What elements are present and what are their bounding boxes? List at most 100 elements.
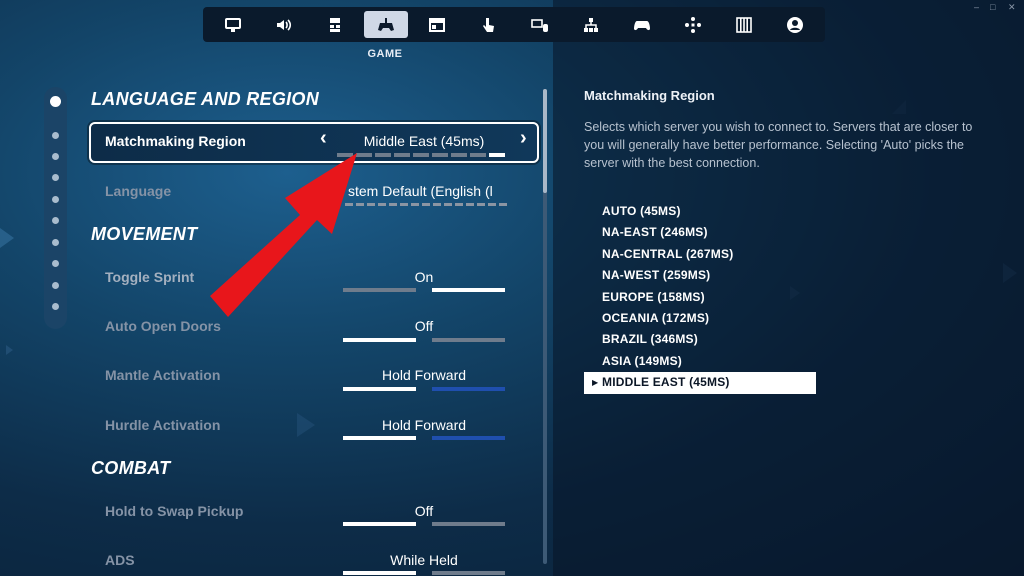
tab-account[interactable] xyxy=(773,11,817,38)
active-tab-title: GAME xyxy=(367,48,403,60)
tab-keyboard-mouse[interactable] xyxy=(518,11,562,38)
close-button[interactable]: ✕ xyxy=(1008,2,1016,13)
rail-dot[interactable] xyxy=(52,239,59,246)
detail-title: Matchmaking Region xyxy=(584,88,715,103)
region-option[interactable]: NA-WEST (259MS) xyxy=(584,265,816,286)
hold-to-swap-pickup-indicator xyxy=(343,522,505,526)
region-option-label: NA-CENTRAL (267MS) xyxy=(602,246,734,261)
rail-dot[interactable] xyxy=(52,153,59,160)
bg-triangle xyxy=(6,345,13,355)
rail-dot[interactable] xyxy=(52,174,59,181)
equalizer-icon xyxy=(736,16,752,33)
ads-label: ADS xyxy=(105,552,135,568)
tab-sensitivity[interactable] xyxy=(722,11,766,38)
window-icon xyxy=(429,17,446,32)
touch-icon xyxy=(483,17,495,32)
network-icon xyxy=(583,17,598,32)
region-option-selected[interactable]: ▶ MIDDLE EAST (45MS) xyxy=(584,372,816,394)
option-segment xyxy=(375,153,391,157)
next-option-button[interactable]: › xyxy=(520,127,527,150)
toggle-sprint-label: Toggle Sprint xyxy=(105,269,195,285)
region-option[interactable]: ASIA (149MS) xyxy=(584,351,816,372)
detail-description: Selects which server you wish to connect… xyxy=(584,120,973,170)
hurdle-activation-indicator xyxy=(343,436,505,440)
rail-dot[interactable] xyxy=(50,96,61,107)
language-option-indicator xyxy=(345,203,507,206)
region-option-label: ASIA (149MS) xyxy=(602,353,682,368)
settings-category-nav xyxy=(203,7,825,42)
region-option[interactable]: AUTO (45MS) xyxy=(584,201,816,222)
option-segment-selected xyxy=(489,153,505,157)
tab-interface[interactable] xyxy=(415,11,459,38)
auto-open-doors-indicator xyxy=(343,338,505,342)
hold-to-swap-pickup-value[interactable]: Off xyxy=(343,503,505,519)
option-segment xyxy=(356,153,372,157)
dpad-icon xyxy=(684,16,701,33)
toggle-sprint-value[interactable]: On xyxy=(343,269,505,285)
option-segment xyxy=(394,153,410,157)
rail-dot[interactable] xyxy=(52,303,59,310)
mantle-activation-value[interactable]: Hold Forward xyxy=(343,367,505,383)
rail-dot[interactable] xyxy=(52,196,59,203)
region-option[interactable]: OCEANIA (172MS) xyxy=(584,308,816,329)
previous-option-button[interactable]: ‹ xyxy=(320,127,327,150)
rail-dot[interactable] xyxy=(52,132,59,139)
matchmaking-region-option-indicator xyxy=(337,153,505,157)
bg-triangle xyxy=(297,413,315,437)
section-title-combat: COMBAT xyxy=(91,458,171,478)
section-title-movement: MOVEMENT xyxy=(91,224,198,244)
region-option[interactable]: NA-EAST (246MS) xyxy=(584,222,816,243)
toggle-sprint-indicator xyxy=(343,288,505,292)
tab-audio[interactable] xyxy=(262,11,306,38)
tab-accessibility[interactable] xyxy=(313,11,357,38)
tab-touch[interactable] xyxy=(466,11,510,38)
language-label: Language xyxy=(105,183,172,199)
rail-dot[interactable] xyxy=(52,282,59,289)
ads-value[interactable]: While Held xyxy=(343,552,505,568)
tab-controller[interactable] xyxy=(620,11,664,38)
gamepad-icon xyxy=(378,17,395,31)
settings-scrollbar-thumb[interactable] xyxy=(543,89,547,193)
hurdle-activation-value[interactable]: Hold Forward xyxy=(343,417,505,433)
tab-controller-bindings[interactable] xyxy=(671,11,715,38)
tab-video[interactable] xyxy=(211,11,255,38)
option-segment xyxy=(470,153,486,157)
selected-marker-icon: ▶ xyxy=(592,378,599,388)
region-option-label: AUTO (45MS) xyxy=(602,204,681,218)
keyboard-layout-icon xyxy=(329,17,340,32)
region-option[interactable]: BRAZIL (346MS) xyxy=(584,329,816,350)
region-option-label: NA-WEST (259MS) xyxy=(602,268,711,283)
region-option-label: MIDDLE EAST (45MS) xyxy=(602,375,730,390)
annotation-arrow-shape xyxy=(210,153,357,317)
tab-network[interactable] xyxy=(569,11,613,38)
region-option-label: NA-EAST (246MS) xyxy=(602,225,708,240)
section-title-language-region: LANGUAGE AND REGION xyxy=(91,89,320,109)
account-icon xyxy=(787,16,804,33)
region-option[interactable]: EUROPE (158MS) xyxy=(584,287,816,308)
ads-indicator xyxy=(343,571,505,575)
region-option[interactable]: NA-CENTRAL (267MS) xyxy=(584,244,816,265)
bg-triangle xyxy=(0,228,14,248)
matchmaking-region-label: Matchmaking Region xyxy=(105,133,246,149)
rail-dot[interactable] xyxy=(52,217,59,224)
mantle-activation-indicator xyxy=(343,387,505,391)
minimize-button[interactable]: ‒ xyxy=(974,2,979,12)
mantle-activation-label: Mantle Activation xyxy=(105,367,221,383)
region-options-list: AUTO (45MS) NA-EAST (246MS) NA-CENTRAL (… xyxy=(584,201,816,394)
monitor-icon xyxy=(224,17,241,32)
rail-dot[interactable] xyxy=(52,260,59,267)
option-segment xyxy=(432,153,448,157)
matchmaking-region-value: Middle East (45ms) xyxy=(363,133,485,149)
speaker-icon xyxy=(276,18,291,31)
region-option-label: EUROPE (158MS) xyxy=(602,289,705,304)
option-segment xyxy=(451,153,467,157)
tab-game[interactable] xyxy=(364,11,409,38)
region-option-label: OCEANIA (172MS) xyxy=(602,310,710,325)
hold-to-swap-pickup-label: Hold to Swap Pickup xyxy=(105,503,244,519)
auto-open-doors-value[interactable]: Off xyxy=(343,318,505,334)
maximize-button[interactable]: □ xyxy=(990,2,995,12)
auto-open-doors-label: Auto Open Doors xyxy=(105,318,221,334)
language-value[interactable]: stem Default (English (l xyxy=(348,183,515,199)
option-segment xyxy=(337,153,353,157)
option-segment xyxy=(413,153,429,157)
